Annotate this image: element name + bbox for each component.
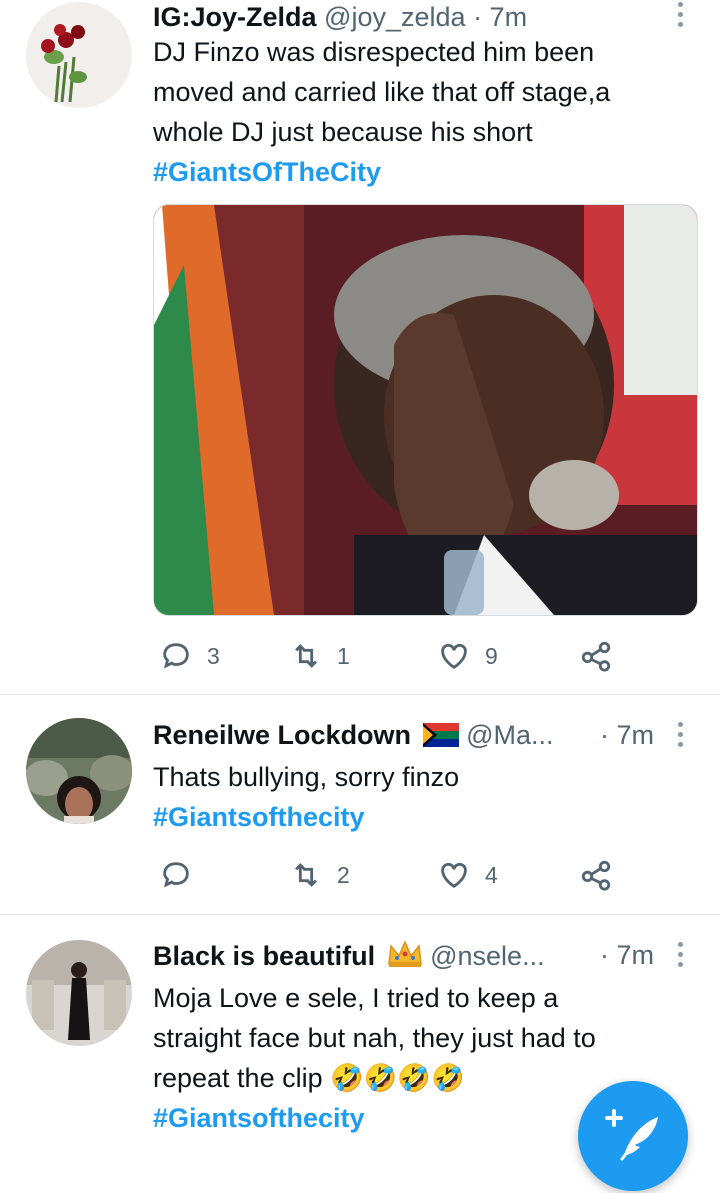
hashtag-link[interactable]: #Giantsofthecity	[153, 797, 690, 837]
tweet-text-line: Moja Love e sele, I tried to keep a	[153, 983, 559, 1013]
tweet-text-line: straight face but nah, they just had to	[153, 1023, 596, 1053]
avatar-joy-zelda[interactable]	[26, 2, 132, 108]
share-icon	[581, 641, 611, 672]
heart-icon	[441, 643, 467, 670]
crown-emoji-icon	[387, 940, 423, 975]
tweet-time: · 7m	[600, 940, 654, 970]
hashtag-link[interactable]: #GiantsOfTheCity	[153, 152, 690, 192]
retweet-icon	[295, 863, 317, 887]
author-handle[interactable]: @Ma...	[466, 720, 553, 750]
author-handle[interactable]: @nsele...	[430, 941, 544, 971]
retweet-button[interactable]: 1	[289, 636, 350, 676]
tweet-2[interactable]: Reneilwe Lockdown @Ma... · 7m Thats bull…	[0, 695, 720, 914]
tweet-1[interactable]: IG:Joy-Zelda @joy_zelda · 7m DJ Finzo wa…	[0, 0, 720, 694]
tweet-text-line: DJ Finzo was disrespected him been	[153, 37, 595, 67]
author-handle[interactable]: @joy_zelda	[324, 2, 466, 32]
tweet-text-line: whole DJ just because his short	[153, 117, 533, 147]
like-button[interactable]: 4	[437, 855, 498, 895]
reply-icon	[163, 643, 189, 669]
tweet-text-line: Thats bullying, sorry finzo	[153, 762, 460, 792]
like-count: 9	[485, 642, 498, 669]
reply-count: 3	[207, 642, 220, 669]
heart-icon	[441, 862, 467, 889]
tweet-text-line: repeat the clip	[153, 1063, 323, 1093]
compose-feather-icon	[605, 1109, 658, 1161]
like-count: 4	[485, 861, 498, 888]
tweet-text: Thats bullying, sorry finzo #Giantsofthe…	[153, 757, 690, 837]
rolling-laughing-emoji-icon: 🤣🤣🤣🤣	[330, 1063, 465, 1093]
reply-button[interactable]: 3	[159, 636, 220, 676]
like-button[interactable]: 9	[437, 636, 498, 676]
reply-icon	[163, 862, 189, 888]
reply-button[interactable]	[159, 855, 193, 895]
more-options-icon[interactable]	[677, 2, 685, 32]
tweet-text-line: moved and carried like that off stage,a	[153, 77, 611, 107]
tweet-time: · 7m	[600, 720, 654, 750]
author-name[interactable]: Reneilwe Lockdown	[153, 720, 411, 750]
share-button[interactable]	[579, 855, 613, 895]
south-africa-flag-icon	[422, 723, 459, 754]
compose-tweet-button[interactable]	[578, 1081, 688, 1191]
tweet-image[interactable]	[153, 204, 698, 616]
tweet-time: · 7m	[473, 2, 528, 32]
more-options-icon[interactable]	[677, 942, 685, 972]
tweet-text: DJ Finzo was disrespected him been moved…	[153, 32, 690, 192]
tweet-actions: 2 4	[153, 855, 673, 895]
retweet-icon	[295, 644, 317, 668]
retweet-count: 2	[337, 861, 350, 888]
retweet-count: 1	[337, 642, 350, 669]
retweet-button[interactable]: 2	[289, 855, 350, 895]
author-name[interactable]: IG:Joy-Zelda	[153, 2, 317, 32]
avatar-black-is-beautiful[interactable]	[26, 940, 132, 1046]
share-button[interactable]	[579, 636, 613, 676]
avatar-reneilwe[interactable]	[26, 718, 132, 824]
more-options-icon[interactable]	[677, 722, 685, 752]
share-icon	[581, 860, 611, 891]
author-name[interactable]: Black is beautiful	[153, 941, 375, 971]
tweet-actions: 3 1 9	[153, 636, 673, 676]
